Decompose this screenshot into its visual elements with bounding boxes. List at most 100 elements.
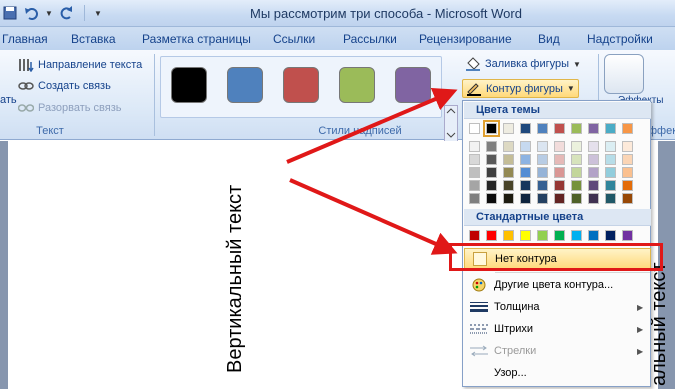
theme-color-swatch[interactable]: [622, 123, 633, 134]
theme-color-swatch[interactable]: [483, 120, 500, 137]
gallery-more-button[interactable]: [444, 105, 458, 145]
theme-shade-swatch[interactable]: [503, 180, 514, 191]
style-swatch-purple[interactable]: [395, 67, 431, 103]
tab-home[interactable]: Главная: [2, 32, 48, 46]
theme-shade-swatch[interactable]: [571, 193, 582, 204]
theme-shade-swatch[interactable]: [520, 141, 531, 152]
theme-shade-swatch[interactable]: [571, 167, 582, 178]
theme-shade-swatch[interactable]: [520, 154, 531, 165]
customize-qat-icon[interactable]: ▼: [93, 9, 103, 18]
standard-color-swatch[interactable]: [537, 230, 548, 241]
theme-shade-swatch[interactable]: [520, 167, 531, 178]
theme-shade-swatch[interactable]: [520, 180, 531, 191]
theme-color-swatch[interactable]: [537, 123, 548, 134]
theme-shade-swatch[interactable]: [554, 167, 565, 178]
theme-color-swatch[interactable]: [503, 123, 514, 134]
theme-shade-swatch[interactable]: [605, 180, 616, 191]
arrows-item[interactable]: Стрелки ▶: [464, 340, 651, 362]
shape-outline-button[interactable]: Контур фигуры ▼: [462, 79, 579, 98]
theme-shade-swatch[interactable]: [503, 141, 514, 152]
theme-shade-swatch[interactable]: [571, 141, 582, 152]
standard-color-swatch[interactable]: [554, 230, 565, 241]
style-swatch-red[interactable]: [283, 67, 319, 103]
theme-shade-swatch[interactable]: [588, 167, 599, 178]
pattern-item[interactable]: Узор...: [464, 362, 651, 384]
standard-color-swatch[interactable]: [520, 230, 531, 241]
standard-color-swatch[interactable]: [605, 230, 616, 241]
theme-shade-swatch[interactable]: [486, 180, 497, 191]
style-swatch-blue[interactable]: [227, 67, 263, 103]
vertical-text-box[interactable]: Вертикальный текст: [224, 185, 247, 373]
effects-button[interactable]: [604, 54, 644, 94]
save-button[interactable]: [0, 3, 20, 23]
tab-view[interactable]: Вид: [538, 32, 560, 46]
theme-shade-swatch[interactable]: [554, 180, 565, 191]
standard-color-swatch[interactable]: [469, 230, 480, 241]
theme-shade-swatch[interactable]: [486, 154, 497, 165]
theme-shade-swatch[interactable]: [605, 154, 616, 165]
theme-color-swatch[interactable]: [605, 123, 616, 134]
theme-shade-swatch[interactable]: [469, 167, 480, 178]
theme-shade-swatch[interactable]: [554, 154, 565, 165]
theme-shade-swatch[interactable]: [537, 141, 548, 152]
theme-color-swatch[interactable]: [469, 123, 480, 134]
theme-shade-swatch[interactable]: [486, 167, 497, 178]
theme-shade-swatch[interactable]: [571, 154, 582, 165]
theme-shade-swatch[interactable]: [469, 154, 480, 165]
theme-shade-swatch[interactable]: [469, 180, 480, 191]
theme-shade-swatch[interactable]: [537, 167, 548, 178]
theme-shade-swatch[interactable]: [503, 154, 514, 165]
style-swatch-black[interactable]: [171, 67, 207, 103]
theme-shade-swatch[interactable]: [554, 141, 565, 152]
theme-shade-swatch[interactable]: [622, 193, 633, 204]
tab-review[interactable]: Рецензирование: [419, 32, 512, 46]
tab-addins[interactable]: Надстройки: [587, 32, 653, 46]
theme-shade-swatch[interactable]: [503, 193, 514, 204]
theme-shade-swatch[interactable]: [537, 180, 548, 191]
theme-shade-swatch[interactable]: [622, 180, 633, 191]
text-direction-button[interactable]: Направление текста: [18, 58, 142, 72]
theme-shade-swatch[interactable]: [537, 193, 548, 204]
shape-fill-button[interactable]: Заливка фигуры ▼: [465, 57, 581, 71]
theme-shade-swatch[interactable]: [554, 193, 565, 204]
theme-shade-swatch[interactable]: [537, 154, 548, 165]
theme-shade-swatch[interactable]: [520, 193, 531, 204]
theme-shade-swatch[interactable]: [605, 141, 616, 152]
theme-shade-swatch[interactable]: [588, 180, 599, 191]
theme-shade-swatch[interactable]: [469, 193, 480, 204]
theme-shade-swatch[interactable]: [486, 193, 497, 204]
redo-button[interactable]: [56, 3, 76, 23]
theme-color-swatch[interactable]: [571, 123, 582, 134]
dashes-item[interactable]: Штрихи ▶: [464, 318, 651, 340]
theme-shade-swatch[interactable]: [605, 193, 616, 204]
style-swatch-green[interactable]: [339, 67, 375, 103]
theme-shade-swatch[interactable]: [605, 167, 616, 178]
theme-shade-swatch[interactable]: [588, 193, 599, 204]
standard-color-swatch[interactable]: [588, 230, 599, 241]
theme-color-swatch[interactable]: [588, 123, 599, 134]
theme-shade-swatch[interactable]: [571, 180, 582, 191]
undo-dropdown-icon[interactable]: ▼: [44, 9, 54, 18]
tab-page-layout[interactable]: Разметка страницы: [142, 32, 251, 46]
standard-color-swatch[interactable]: [486, 230, 497, 241]
undo-button[interactable]: [22, 3, 42, 23]
more-outline-colors-item[interactable]: Другие цвета контура...: [464, 274, 651, 296]
standard-color-swatch[interactable]: [571, 230, 582, 241]
theme-shade-swatch[interactable]: [622, 141, 633, 152]
break-link-button[interactable]: Разорвать связь: [18, 102, 122, 114]
tab-insert[interactable]: Вставка: [71, 32, 116, 46]
standard-color-swatch[interactable]: [503, 230, 514, 241]
standard-color-swatch[interactable]: [622, 230, 633, 241]
theme-color-swatch[interactable]: [554, 123, 565, 134]
theme-shade-swatch[interactable]: [588, 154, 599, 165]
theme-shade-swatch[interactable]: [486, 141, 497, 152]
tab-references[interactable]: Ссылки: [273, 32, 315, 46]
theme-shade-swatch[interactable]: [469, 141, 480, 152]
create-link-button[interactable]: Создать связь: [18, 80, 111, 92]
theme-shade-swatch[interactable]: [622, 167, 633, 178]
tab-mailings[interactable]: Рассылки: [343, 32, 397, 46]
vertical-text-box-2[interactable]: альный текст: [648, 262, 671, 386]
theme-color-swatch[interactable]: [520, 123, 531, 134]
theme-shade-swatch[interactable]: [622, 154, 633, 165]
weight-item[interactable]: Толщина ▶: [464, 296, 651, 318]
